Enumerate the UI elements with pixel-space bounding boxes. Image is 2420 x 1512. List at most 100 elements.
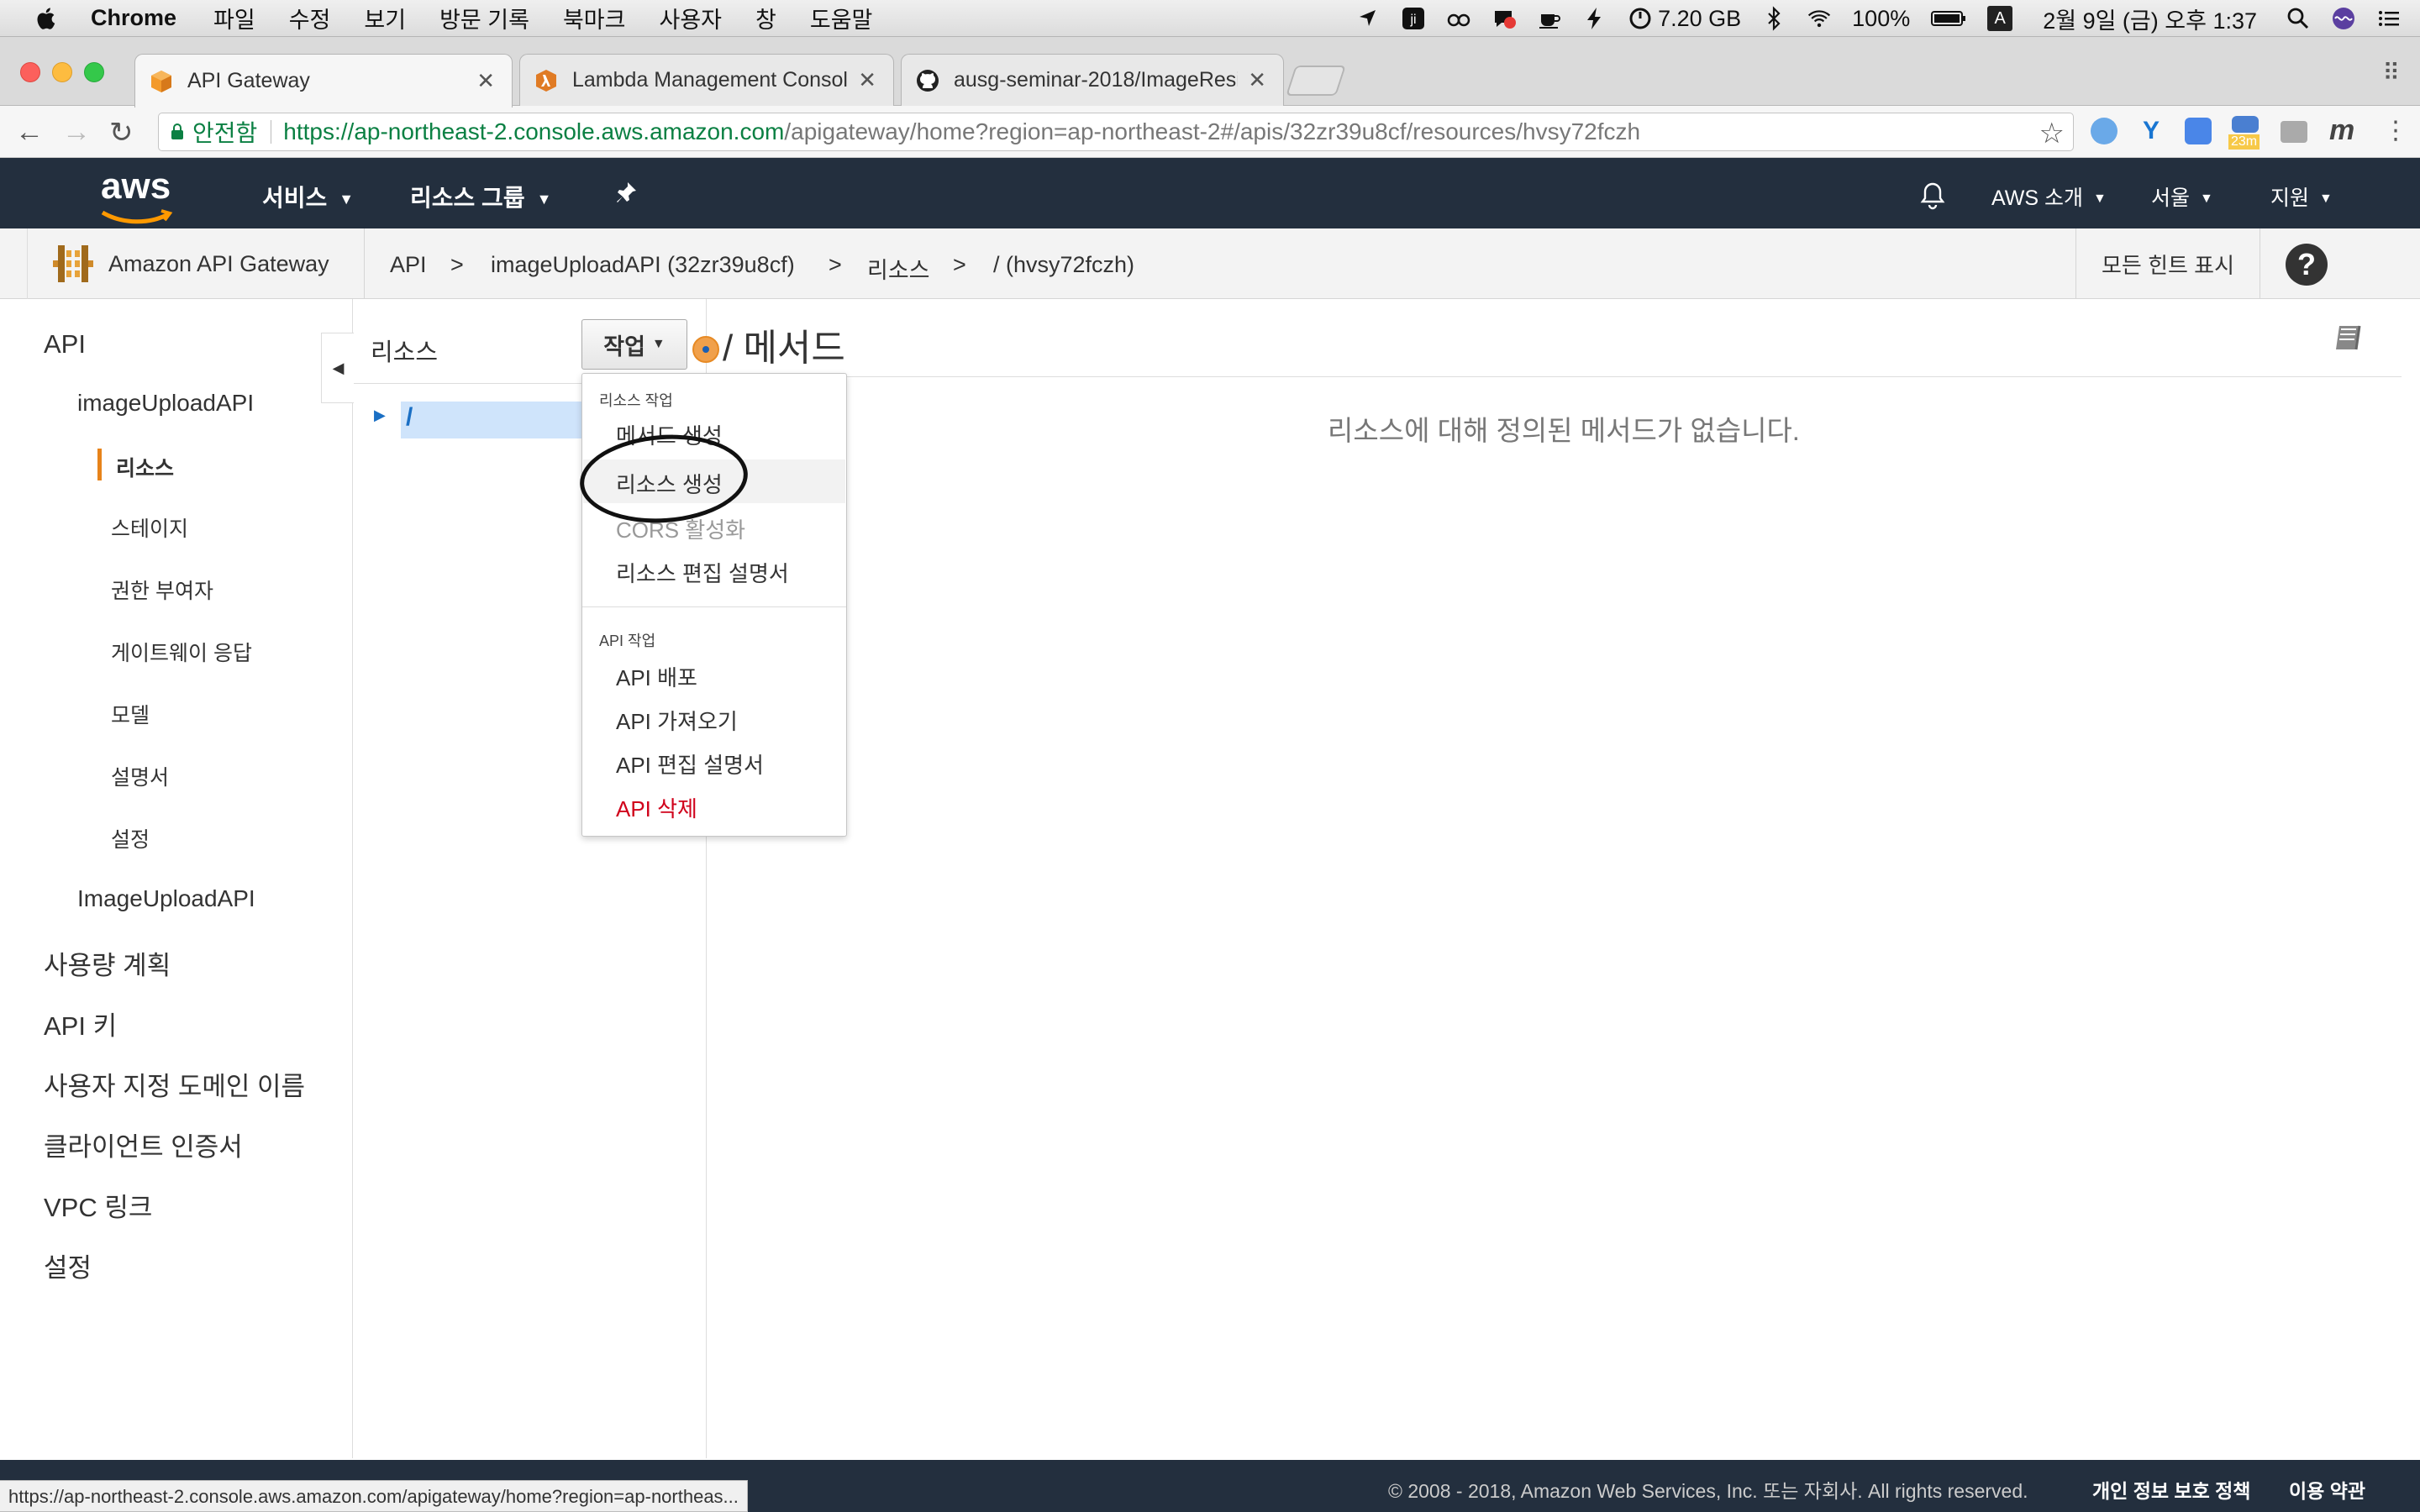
- reload-icon[interactable]: ↻: [109, 116, 134, 150]
- nav-resources[interactable]: 리소스: [116, 452, 174, 482]
- menubar-bookmarks[interactable]: 북마크: [563, 2, 626, 34]
- address-bar[interactable]: 안전함 https://ap-northeast-2.console.aws.a…: [158, 113, 2074, 151]
- notification-center-icon[interactable]: [2376, 6, 2402, 31]
- battery-icon[interactable]: [1930, 6, 1967, 31]
- tab-close-icon[interactable]: ✕: [476, 68, 495, 94]
- aws-logo[interactable]: aws: [101, 168, 173, 230]
- nav-stages[interactable]: 스테이지: [111, 512, 188, 543]
- nav-documentation[interactable]: 설명서: [111, 761, 169, 791]
- spotlight-icon[interactable]: [2286, 6, 2311, 31]
- nav-authorizers[interactable]: 권한 부여자: [111, 575, 213, 605]
- service-home-link[interactable]: Amazon API Gateway: [27, 228, 365, 299]
- nav-settings[interactable]: 설정: [44, 1247, 92, 1284]
- battery-percent[interactable]: 100%: [1852, 6, 1910, 32]
- menu-import-api[interactable]: API 가져오기: [616, 705, 738, 736]
- breadcrumb-api-name[interactable]: imageUploadAPI (32zr39u8cf): [491, 252, 795, 278]
- lightning-icon[interactable]: [1582, 6, 1607, 31]
- bookmark-star-icon[interactable]: ☆: [2039, 117, 2065, 150]
- tab-close-icon[interactable]: ✕: [1248, 67, 1266, 93]
- input-source-indicator[interactable]: A: [1987, 6, 2013, 31]
- expand-arrow-icon[interactable]: ▶: [374, 407, 386, 424]
- chat-notification-icon[interactable]: [1491, 6, 1517, 31]
- aws-smile-icon: [101, 209, 173, 224]
- apple-icon[interactable]: [35, 7, 55, 30]
- menu-create-resource[interactable]: 리소스 생성: [616, 468, 723, 499]
- resource-root[interactable]: /: [406, 403, 413, 432]
- menubar-people[interactable]: 사용자: [659, 2, 722, 34]
- extension-v-icon[interactable]: Y: [2138, 118, 2165, 144]
- nav-api-keys[interactable]: API 키: [44, 1005, 117, 1042]
- menubar-view[interactable]: 보기: [364, 2, 406, 34]
- siri-icon[interactable]: [2331, 6, 2356, 31]
- bluetooth-icon[interactable]: [1761, 6, 1786, 31]
- url-path: /apigateway/home?region=ap-northeast-2#/…: [784, 118, 1641, 144]
- memory-indicator[interactable]: 7.20 GB: [1628, 6, 1741, 32]
- chrome-menu-icon[interactable]: ⋮: [2383, 116, 2408, 145]
- menu-delete-api[interactable]: API 삭제: [616, 792, 697, 823]
- extension-m-icon[interactable]: m: [2329, 116, 2356, 144]
- menu-enable-cors[interactable]: CORS 활성화: [616, 513, 745, 544]
- window-close-button[interactable]: [20, 62, 40, 82]
- profile-menu-icon[interactable]: ⠿: [2382, 59, 2400, 87]
- ji-app-icon[interactable]: ji: [1401, 6, 1426, 31]
- extension-calendar-icon[interactable]: [2232, 116, 2259, 133]
- documentation-book-icon[interactable]: [2333, 321, 2366, 354]
- api-gateway-icon: [53, 245, 93, 282]
- menu-edit-resource-docs[interactable]: 리소스 편집 설명서: [616, 557, 789, 588]
- nav-vpc-links[interactable]: VPC 링크: [44, 1186, 152, 1224]
- menu-edit-api-docs[interactable]: API 편집 설명서: [616, 748, 764, 780]
- window-minimize-button[interactable]: [52, 62, 72, 82]
- menubar-history[interactable]: 방문 기록: [439, 2, 529, 34]
- pin-icon[interactable]: [613, 180, 639, 211]
- menubar-help[interactable]: 도움말: [810, 2, 873, 34]
- new-tab-button[interactable]: [1286, 66, 1346, 96]
- nav-api-name[interactable]: imageUploadAPI: [77, 390, 254, 417]
- back-arrow-icon[interactable]: ←: [15, 116, 44, 149]
- nav-api[interactable]: API: [44, 329, 86, 360]
- tab-github-repo[interactable]: ausg-seminar-2018/ImageResi ✕: [901, 54, 1284, 106]
- region-menu[interactable]: 서울 ▼: [2151, 181, 2213, 212]
- tab-api-gateway[interactable]: API Gateway ✕: [134, 54, 513, 108]
- glasses-icon[interactable]: [1446, 6, 1471, 31]
- collapse-nav-button[interactable]: ◀: [321, 333, 355, 403]
- nav-gateway-responses[interactable]: 게이트웨이 응답: [111, 637, 252, 667]
- aws-top-nav: aws 서비스 ▼ 리소스 그룹 ▼ AWS 소개 ▼ 서울 ▼ 지원 ▼: [0, 158, 2420, 228]
- extension-camera-icon[interactable]: [2281, 121, 2307, 143]
- menubar-clock[interactable]: 2월 9일 (금) 오후 1:37: [2043, 3, 2257, 35]
- tab-close-icon[interactable]: ✕: [858, 67, 876, 93]
- nav-models[interactable]: 모델: [111, 699, 150, 729]
- resource-actions-header: 리소스 작업: [599, 392, 673, 409]
- wifi-icon[interactable]: [1807, 6, 1832, 31]
- forward-arrow-icon[interactable]: →: [62, 116, 91, 149]
- nav-other-api[interactable]: ImageUploadAPI: [77, 885, 255, 912]
- notifications-bell-icon[interactable]: [1919, 181, 1946, 216]
- menu-create-method[interactable]: 메서드 생성: [616, 419, 723, 450]
- breadcrumb-resources[interactable]: 리소스: [867, 252, 930, 285]
- tab-title: Lambda Management Console: [572, 68, 849, 92]
- resource-groups-menu[interactable]: 리소스 그룹 ▼: [410, 180, 551, 213]
- nav-usage-plans[interactable]: 사용량 계획: [44, 944, 171, 982]
- tab-lambda-console[interactable]: Lambda Management Console ✕: [519, 54, 894, 106]
- actions-dropdown-button[interactable]: 작업 ▼: [581, 319, 687, 370]
- menubar-window[interactable]: 창: [755, 2, 776, 34]
- terms-link[interactable]: 이용 약관: [2289, 1475, 2365, 1504]
- extension-feather-icon[interactable]: [2091, 118, 2118, 144]
- account-menu[interactable]: AWS 소개 ▼: [1991, 181, 2107, 212]
- privacy-policy-link[interactable]: 개인 정보 보호 정책: [2092, 1475, 2250, 1504]
- location-arrow-icon[interactable]: [1355, 6, 1381, 31]
- breadcrumb-api[interactable]: API: [390, 252, 427, 278]
- show-all-hints-button[interactable]: 모든 힌트 표시: [2075, 228, 2260, 299]
- menubar-edit[interactable]: 수정: [289, 2, 331, 34]
- help-icon[interactable]: ?: [2286, 244, 2328, 286]
- coffee-cup-icon[interactable]: [1537, 6, 1562, 31]
- extension-translate-icon[interactable]: [2185, 118, 2212, 144]
- menubar-file[interactable]: 파일: [213, 2, 255, 34]
- window-zoom-button[interactable]: [84, 62, 104, 82]
- nav-client-certificates[interactable]: 클라이언트 인증서: [44, 1126, 243, 1163]
- menubar-app-name[interactable]: Chrome: [91, 5, 176, 31]
- menu-deploy-api[interactable]: API 배포: [616, 661, 697, 692]
- nav-api-settings[interactable]: 설정: [111, 823, 150, 853]
- nav-custom-domain-names[interactable]: 사용자 지정 도메인 이름: [44, 1065, 305, 1103]
- services-menu[interactable]: 서비스 ▼: [262, 180, 354, 213]
- support-menu[interactable]: 지원 ▼: [2270, 181, 2333, 212]
